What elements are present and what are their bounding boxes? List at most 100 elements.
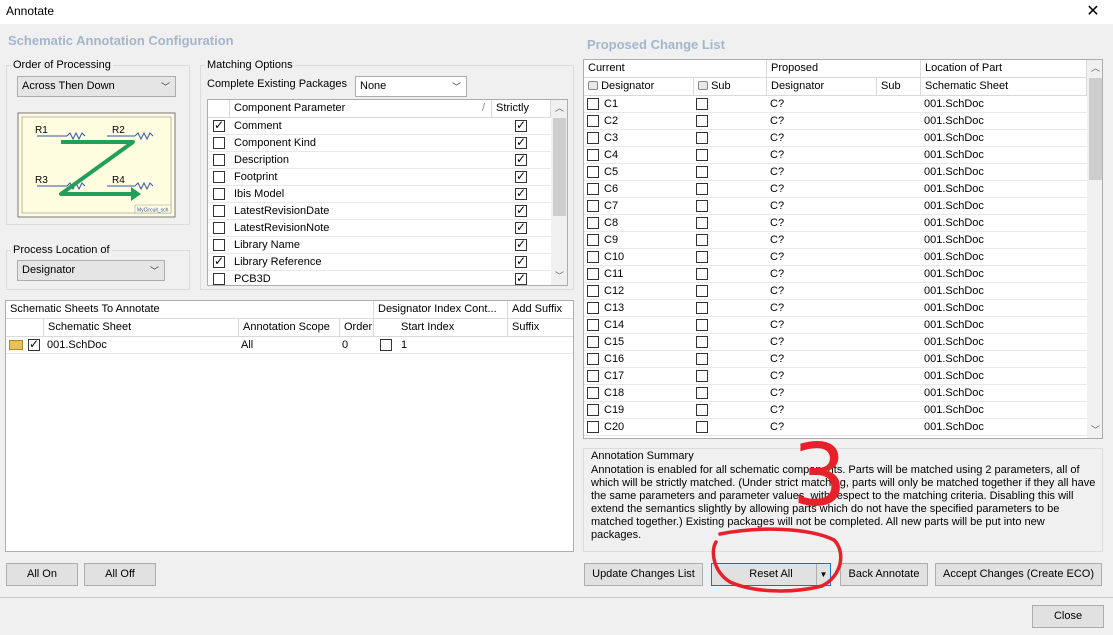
change-row[interactable]: C2 C? 001.SchDoc: [584, 113, 1087, 130]
sheet-enable-checkbox[interactable]: [28, 337, 40, 351]
strict-checkbox[interactable]: [515, 254, 527, 268]
current-lock-checkbox[interactable]: [587, 336, 599, 348]
accept-changes-button[interactable]: Accept Changes (Create ECO): [935, 563, 1102, 586]
current-sub-checkbox[interactable]: [696, 115, 708, 127]
current-lock-checkbox[interactable]: [587, 234, 599, 246]
current-sub-checkbox[interactable]: [696, 217, 708, 229]
current-lock-checkbox[interactable]: [587, 302, 599, 314]
current-sub-checkbox[interactable]: [696, 200, 708, 212]
strict-checkbox[interactable]: [515, 220, 527, 234]
complete-packages-select[interactable]: None ﹀: [355, 76, 467, 97]
param-scrollbar[interactable]: ︿ ﹀: [551, 100, 567, 285]
strict-checkbox[interactable]: [515, 186, 527, 200]
col-start-index[interactable]: Start Index: [374, 319, 508, 337]
change-row[interactable]: C9 C? 001.SchDoc: [584, 232, 1087, 249]
change-row[interactable]: C15 C? 001.SchDoc: [584, 334, 1087, 351]
process-location-select[interactable]: Designator ﹀: [17, 260, 165, 281]
col-order[interactable]: Order: [340, 319, 374, 337]
param-row[interactable]: Ibis Model: [208, 186, 551, 203]
current-sub-checkbox[interactable]: [696, 387, 708, 399]
current-lock-checkbox[interactable]: [587, 98, 599, 110]
change-row[interactable]: C4 C? 001.SchDoc: [584, 147, 1087, 164]
strict-checkbox[interactable]: [515, 152, 527, 166]
close-button[interactable]: Close: [1032, 605, 1104, 628]
col-proposed-designator[interactable]: Designator: [767, 78, 877, 96]
current-sub-checkbox[interactable]: [696, 302, 708, 314]
param-col-name[interactable]: Component Parameter /: [230, 100, 492, 118]
change-row[interactable]: C3 C? 001.SchDoc: [584, 130, 1087, 147]
param-checkbox[interactable]: [213, 137, 225, 149]
current-lock-checkbox[interactable]: [587, 166, 599, 178]
change-row[interactable]: C14 C? 001.SchDoc: [584, 317, 1087, 334]
col-schematic-sheet[interactable]: Schematic Sheet: [44, 319, 239, 337]
current-lock-checkbox[interactable]: [587, 421, 599, 433]
change-row[interactable]: C5 C? 001.SchDoc: [584, 164, 1087, 181]
param-checkbox[interactable]: [213, 118, 225, 132]
current-sub-checkbox[interactable]: [696, 336, 708, 348]
col-suffix[interactable]: Suffix: [508, 319, 573, 337]
param-row[interactable]: Component Kind: [208, 135, 551, 152]
change-row[interactable]: C19 C? 001.SchDoc: [584, 402, 1087, 419]
current-lock-checkbox[interactable]: [587, 183, 599, 195]
change-list-scrollbar[interactable]: ︿ ﹀: [1087, 60, 1102, 438]
strict-checkbox[interactable]: [515, 237, 527, 251]
param-checkbox[interactable]: [213, 171, 225, 183]
param-checkbox[interactable]: [213, 154, 225, 166]
change-row[interactable]: C16 C? 001.SchDoc: [584, 351, 1087, 368]
update-changes-button[interactable]: Update Changes List: [584, 563, 703, 586]
change-row[interactable]: C13 C? 001.SchDoc: [584, 300, 1087, 317]
current-sub-checkbox[interactable]: [696, 149, 708, 161]
param-row[interactable]: Library Reference: [208, 254, 551, 271]
lock-icon[interactable]: [698, 81, 708, 90]
strict-checkbox[interactable]: [515, 135, 527, 149]
param-col-strictly[interactable]: Strictly: [492, 100, 551, 118]
current-sub-checkbox[interactable]: [696, 98, 708, 110]
param-checkbox[interactable]: [213, 254, 225, 268]
current-sub-checkbox[interactable]: [696, 319, 708, 331]
change-row[interactable]: C11 C? 001.SchDoc: [584, 266, 1087, 283]
current-sub-checkbox[interactable]: [696, 404, 708, 416]
lock-icon[interactable]: [588, 81, 598, 90]
close-window-icon[interactable]: ✕: [1083, 2, 1103, 22]
current-sub-checkbox[interactable]: [696, 183, 708, 195]
col-current-sub[interactable]: Sub: [694, 78, 767, 96]
change-row[interactable]: C7 C? 001.SchDoc: [584, 198, 1087, 215]
current-lock-checkbox[interactable]: [587, 387, 599, 399]
current-sub-checkbox[interactable]: [696, 370, 708, 382]
current-lock-checkbox[interactable]: [587, 285, 599, 297]
current-lock-checkbox[interactable]: [587, 404, 599, 416]
current-sub-checkbox[interactable]: [696, 285, 708, 297]
current-lock-checkbox[interactable]: [587, 132, 599, 144]
col-schematic-sheet-loc[interactable]: Schematic Sheet: [921, 78, 1087, 96]
current-lock-checkbox[interactable]: [587, 319, 599, 331]
param-checkbox[interactable]: [213, 239, 225, 251]
param-row[interactable]: LatestRevisionNote: [208, 220, 551, 237]
change-row[interactable]: C6 C? 001.SchDoc: [584, 181, 1087, 198]
strict-checkbox[interactable]: [515, 203, 527, 217]
col-current-designator[interactable]: Designator: [584, 78, 694, 96]
current-lock-checkbox[interactable]: [587, 353, 599, 365]
param-checkbox[interactable]: [213, 188, 225, 200]
all-on-button[interactable]: All On: [6, 563, 78, 586]
sheet-start-index[interactable]: 1: [401, 339, 407, 351]
current-sub-checkbox[interactable]: [696, 234, 708, 246]
param-row[interactable]: Library Name: [208, 237, 551, 254]
current-lock-checkbox[interactable]: [587, 149, 599, 161]
current-lock-checkbox[interactable]: [587, 115, 599, 127]
col-proposed-sub[interactable]: Sub: [877, 78, 921, 96]
param-checkbox[interactable]: [213, 222, 225, 234]
param-checkbox[interactable]: [213, 205, 225, 217]
current-lock-checkbox[interactable]: [587, 217, 599, 229]
strict-checkbox[interactable]: [515, 169, 527, 183]
sheet-order[interactable]: 0: [342, 339, 348, 351]
current-sub-checkbox[interactable]: [696, 268, 708, 280]
current-lock-checkbox[interactable]: [587, 251, 599, 263]
strict-checkbox[interactable]: [515, 271, 527, 285]
change-row[interactable]: C1 C? 001.SchDoc: [584, 96, 1087, 113]
change-row[interactable]: C10 C? 001.SchDoc: [584, 249, 1087, 266]
change-row[interactable]: C18 C? 001.SchDoc: [584, 385, 1087, 402]
order-select[interactable]: Across Then Down ﹀: [17, 76, 176, 97]
all-off-button[interactable]: All Off: [84, 563, 156, 586]
sheet-row[interactable]: 001.SchDoc All 0 1: [6, 337, 573, 354]
current-lock-checkbox[interactable]: [587, 268, 599, 280]
